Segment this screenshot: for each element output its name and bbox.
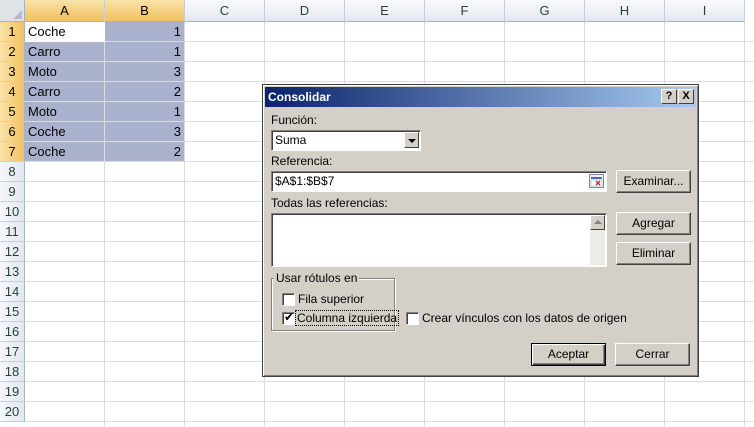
cell-b3[interactable]: 3: [105, 62, 184, 81]
column-header-e[interactable]: E: [345, 0, 425, 22]
scroll-up-icon[interactable]: [590, 215, 605, 230]
column-header-b[interactable]: B: [105, 0, 185, 22]
reference-value: $A$1:$B$7: [275, 174, 335, 188]
function-label-text: Función:: [271, 113, 318, 127]
row-header-2[interactable]: 2: [0, 42, 25, 62]
row-header-3[interactable]: 3: [0, 62, 25, 82]
dialog-titlebar[interactable]: Consolidar ? X: [265, 87, 696, 107]
gridline: [184, 22, 185, 427]
function-label: Función:: [271, 113, 317, 127]
cell-b7[interactable]: 2: [105, 142, 184, 161]
top-row-label[interactable]: Fila superior: [298, 292, 364, 306]
cell-b6[interactable]: 3: [105, 122, 184, 141]
collapse-dialog-icon[interactable]: [589, 174, 604, 188]
column-header-c[interactable]: C: [185, 0, 265, 22]
close-icon[interactable]: X: [678, 89, 694, 104]
list-scrollbar[interactable]: [590, 215, 605, 265]
column-header-g[interactable]: G: [505, 0, 585, 22]
row-header-12[interactable]: 12: [0, 242, 25, 262]
column-header-f[interactable]: F: [425, 0, 505, 22]
ok-button[interactable]: Aceptar: [531, 343, 606, 366]
left-column-checkbox[interactable]: ✔: [282, 310, 295, 325]
chevron-down-icon[interactable]: [404, 132, 419, 148]
cell-a1[interactable]: Coche: [25, 22, 104, 41]
cell-a6[interactable]: Coche: [25, 122, 104, 141]
reference-label: Referencia:: [271, 154, 333, 168]
left-column-check-icon: ✔: [284, 310, 295, 324]
row-header-10[interactable]: 10: [0, 202, 25, 222]
column-header-i[interactable]: I: [665, 0, 745, 22]
column-header-a[interactable]: A: [25, 0, 105, 22]
gridline: [25, 421, 754, 422]
row-header-5[interactable]: 5: [0, 102, 25, 122]
row-header-4[interactable]: 4: [0, 82, 25, 102]
function-value: Suma: [275, 133, 307, 147]
row-header-11[interactable]: 11: [0, 222, 25, 242]
browse-button[interactable]: Examinar...: [616, 170, 691, 193]
row-header-13[interactable]: 13: [0, 262, 25, 282]
row-header-17[interactable]: 17: [0, 342, 25, 362]
cell-b5[interactable]: 1: [105, 102, 184, 121]
gridline: [25, 401, 754, 402]
row-header-19[interactable]: 19: [0, 382, 25, 402]
row-header-8[interactable]: 8: [0, 162, 25, 182]
top-row-checkbox[interactable]: [282, 293, 295, 306]
cell-a2[interactable]: Carro: [25, 42, 104, 61]
row-header-6[interactable]: 6: [0, 122, 25, 142]
help-button[interactable]: ?: [661, 89, 677, 104]
cell-a7[interactable]: Coche: [25, 142, 104, 161]
use-labels-legend: Usar rótulos en: [274, 271, 360, 285]
cell-a4[interactable]: Carro: [25, 82, 104, 101]
select-all-corner[interactable]: [0, 0, 25, 22]
create-links-label[interactable]: Crear vínculos con los datos de origen: [422, 311, 627, 325]
cell-a5[interactable]: Moto: [25, 102, 104, 121]
row-header-18[interactable]: 18: [0, 362, 25, 382]
row-header-16[interactable]: 16: [0, 322, 25, 342]
dialog-title: Consolidar: [268, 90, 331, 104]
reference-input[interactable]: $A$1:$B$7: [271, 171, 607, 192]
gridline: [744, 22, 745, 427]
consolidate-dialog: Consolidar ? X Función: Suma Referencia:…: [262, 84, 699, 377]
row-header-7[interactable]: 7: [0, 142, 25, 162]
create-links-checkbox[interactable]: [406, 312, 419, 325]
row-header-14[interactable]: 14: [0, 282, 25, 302]
column-header-h[interactable]: H: [585, 0, 665, 22]
function-select[interactable]: Suma: [271, 130, 421, 151]
delete-button[interactable]: Eliminar: [616, 242, 691, 265]
gridline: [25, 381, 754, 382]
row-header-15[interactable]: 15: [0, 302, 25, 322]
row-header-1[interactable]: 1: [0, 22, 25, 42]
left-column-label[interactable]: Columna izquierda: [294, 310, 400, 326]
row-header-20[interactable]: 20: [0, 402, 25, 422]
cell-b1[interactable]: 1: [105, 22, 184, 41]
cell-b4[interactable]: 2: [105, 82, 184, 101]
close-button[interactable]: Cerrar: [615, 343, 690, 366]
all-references-label: Todas las referencias:: [271, 196, 388, 210]
cell-a3[interactable]: Moto: [25, 62, 104, 81]
column-header-d[interactable]: D: [265, 0, 345, 22]
add-button[interactable]: Agregar: [616, 212, 691, 235]
row-header-9[interactable]: 9: [0, 182, 25, 202]
cell-b2[interactable]: 1: [105, 42, 184, 61]
all-references-list[interactable]: [271, 213, 607, 267]
